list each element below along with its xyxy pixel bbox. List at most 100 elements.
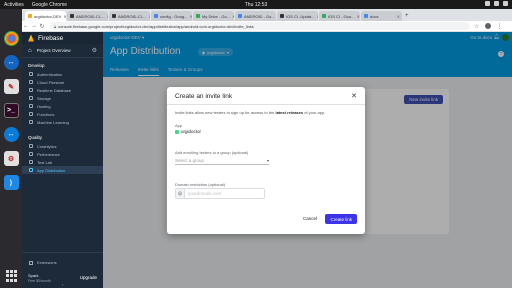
- sidebar-item-crashlytics[interactable]: Crashlytics: [22, 142, 103, 150]
- system-tray[interactable]: [485, 1, 508, 6]
- database-icon: [29, 88, 33, 92]
- dialog-divider: [167, 104, 365, 105]
- at-prefix: @: [176, 189, 185, 198]
- github-favicon-icon: [70, 14, 74, 18]
- settings-icon[interactable]: ⚙: [3, 151, 19, 166]
- section-title-develop[interactable]: Develop: [22, 58, 103, 70]
- storage-icon: [29, 96, 33, 100]
- test-lab-icon: [29, 160, 33, 164]
- crashlytics-icon: [29, 144, 33, 148]
- forward-icon[interactable]: →: [30, 23, 38, 29]
- chrome-icon[interactable]: [3, 31, 19, 46]
- app-label: App: [175, 123, 183, 128]
- sidebar-item-extensions[interactable]: Extensions: [22, 253, 103, 265]
- new-tab-icon[interactable]: +: [405, 13, 409, 19]
- reload-icon[interactable]: ↻: [38, 23, 46, 30]
- browser-tab[interactable]: IOS CI - Goo... ✕: [319, 11, 360, 21]
- lock-icon[interactable]: 🔒︎: [54, 24, 56, 29]
- domain-label: Domain restriction (optional): [175, 182, 226, 187]
- url-text: console.firebase.google.com/project/urgi…: [58, 23, 254, 29]
- address-bar[interactable]: 🔒︎ console.firebase.google.com/project/u…: [50, 22, 470, 30]
- collapse-sidebar-icon[interactable]: ‹: [62, 282, 63, 287]
- dialog-title: Create an invite link: [175, 93, 233, 100]
- group-select[interactable]: Select a group ▾: [175, 156, 269, 165]
- browser-tab[interactable]: ANDROID - Go...✕: [235, 11, 276, 21]
- cancel-button[interactable]: Cancel: [303, 216, 317, 221]
- functions-icon: [29, 112, 33, 116]
- sidebar-item-authentication[interactable]: Authentication: [22, 70, 103, 78]
- volume-icon: [494, 1, 499, 6]
- network-icon: [485, 1, 490, 6]
- domain-input[interactable]: [188, 191, 258, 196]
- sidebar-item-test-lab[interactable]: Test Lab: [22, 158, 103, 166]
- sheets-favicon-icon: [322, 14, 326, 18]
- people-icon: [29, 72, 33, 76]
- sidebar-footer: Extensions Spark Free $0/month Upgrade ‹: [22, 252, 103, 288]
- domain-field: @: [175, 188, 265, 199]
- close-tab-icon[interactable]: ✕: [397, 14, 400, 19]
- close-tab-icon[interactable]: ✕: [316, 14, 318, 19]
- firebase-sidebar: Firebase ⌂ Project Overview ⚙ Develop Au…: [22, 32, 103, 288]
- browser-tab[interactable]: ANDROID-CI-...✕: [67, 11, 108, 21]
- text-editor-icon[interactable]: ✎: [3, 79, 19, 94]
- plan-name: Spark: [28, 273, 39, 278]
- close-tab-icon[interactable]: ✕: [63, 14, 66, 19]
- close-tab-icon[interactable]: ✕: [106, 14, 108, 19]
- sidebar-item-cloud-firestore[interactable]: Cloud Firestore: [22, 78, 103, 86]
- docs-favicon-icon: [364, 14, 368, 18]
- chrome-menu-icon[interactable]: ⋮: [496, 23, 502, 30]
- section-title-quality[interactable]: Quality: [22, 126, 103, 142]
- app-menu[interactable]: Google Chrome: [32, 2, 67, 8]
- clock[interactable]: Thu 12:53: [245, 2, 268, 8]
- sidebar-header: Firebase: [22, 32, 103, 44]
- dialog-description: Invite links allow new testers to sign u…: [175, 110, 326, 115]
- browser-tab[interactable]: IOS CI -Updat...✕: [277, 11, 318, 21]
- create-link-button[interactable]: Create link: [325, 214, 357, 224]
- hosting-icon: [29, 104, 33, 108]
- plan-price: Free $0/month: [28, 279, 51, 283]
- browser-tab[interactable]: urgidoctor-DEV ✕: [25, 11, 66, 21]
- close-tab-icon[interactable]: ✕: [356, 14, 359, 19]
- app-distribution-icon: [29, 168, 33, 172]
- profile-avatar[interactable]: [485, 23, 492, 29]
- sidebar-item-app-distribution[interactable]: App Distribution: [22, 166, 103, 174]
- activities-button[interactable]: Activities: [4, 2, 24, 8]
- github-favicon-icon: [280, 14, 284, 18]
- close-icon[interactable]: ✕: [351, 92, 357, 100]
- sidebar-item-performance[interactable]: Performance: [22, 150, 103, 158]
- gear-icon[interactable]: ⚙: [92, 47, 97, 54]
- sidebar-item-realtime-database[interactable]: Realtime Database: [22, 86, 103, 94]
- terminal-icon[interactable]: >_: [3, 103, 19, 118]
- upgrade-button[interactable]: Upgrade: [80, 275, 97, 280]
- performance-icon: [29, 152, 33, 156]
- teamviewer-2-icon[interactable]: ↔: [3, 127, 19, 142]
- show-apps-icon[interactable]: [5, 270, 17, 282]
- sidebar-item-hosting[interactable]: Hosting: [22, 102, 103, 110]
- os-top-bar: Activities Google Chrome Thu 12:53: [0, 0, 512, 9]
- back-icon[interactable]: ←: [22, 23, 30, 29]
- create-invite-link-dialog: Create an invite link ✕ Invite links all…: [167, 87, 365, 234]
- close-tab-icon[interactable]: ✕: [232, 14, 234, 19]
- dock: ↔ ✎ >_ ↔ ⚙ ⟩: [0, 9, 22, 288]
- drive-favicon-icon: [196, 14, 200, 18]
- sidebar-item-functions[interactable]: Functions: [22, 110, 103, 118]
- power-icon: [503, 1, 508, 6]
- android-icon: [175, 129, 179, 134]
- browser-tab[interactable]: docs ✕: [361, 11, 402, 21]
- teamviewer-icon[interactable]: ↔: [3, 55, 19, 70]
- sidebar-item-storage[interactable]: Storage: [22, 94, 103, 102]
- browser-tab[interactable]: My Drive - Go... ✕: [193, 11, 234, 21]
- group-label: Add enrolling testers to a group (option…: [175, 150, 249, 155]
- brand-name[interactable]: Firebase: [38, 35, 63, 42]
- close-tab-icon[interactable]: ✕: [189, 14, 192, 19]
- browser-tab[interactable]: config - Goog... ✕: [151, 11, 192, 21]
- sidebar-item-machine-learning[interactable]: Machine Learning: [22, 118, 103, 126]
- plan-info: Spark Free $0/month: [28, 273, 51, 283]
- close-tab-icon[interactable]: ✕: [148, 14, 150, 19]
- browser-tab[interactable]: ANDROID-CI-...✕: [109, 11, 150, 21]
- project-overview-item[interactable]: ⌂ Project Overview ⚙: [22, 44, 103, 58]
- browser-toolbar: ← → ↻ 🔒︎ console.firebase.google.com/pro…: [22, 21, 512, 32]
- firebase-logo-icon: [28, 34, 34, 42]
- vscode-icon[interactable]: ⟩: [3, 175, 19, 190]
- bookmark-star-icon[interactable]: ☆: [474, 23, 479, 30]
